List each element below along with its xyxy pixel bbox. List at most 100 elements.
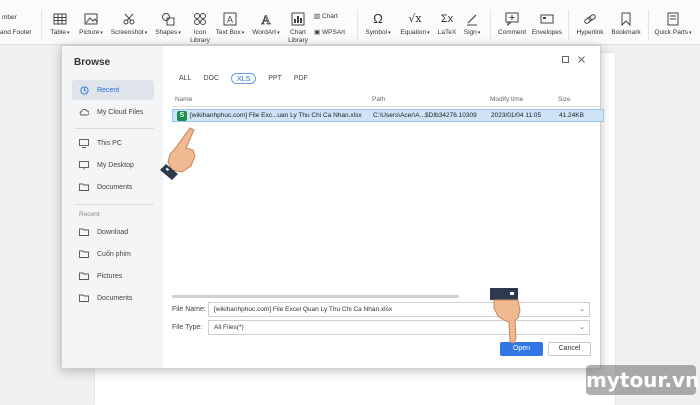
wordart-button[interactable]: A WordArt xyxy=(250,0,282,45)
ribbon-separator xyxy=(568,10,569,40)
ribbon-toolbar: mber and Footer Table Picture Screenshot… xyxy=(0,0,700,45)
file-type-value: All Files(*) xyxy=(214,324,244,331)
horizontal-scrollbar[interactable] xyxy=(172,295,459,298)
file-table-header: Name Path Modify time Size xyxy=(175,96,602,106)
filter-doc[interactable]: DOC xyxy=(203,73,219,84)
quick-parts-button[interactable]: Quick Parts xyxy=(652,0,694,45)
wpsart-icon: ▣ xyxy=(314,29,321,36)
text-box-button[interactable]: A Text Box xyxy=(214,0,246,45)
sidebar-item-label: Documents xyxy=(97,294,133,302)
open-button[interactable]: Open xyxy=(500,342,543,356)
sidebar-item-recent[interactable]: Recent xyxy=(72,80,154,100)
icon-library-label: Icon xyxy=(193,29,207,36)
sidebar-item-documents[interactable]: Documents xyxy=(72,177,154,197)
table-label: Table xyxy=(46,29,74,37)
pointing-hand-icon xyxy=(490,288,521,344)
sidebar-item-documents-recent[interactable]: Documents xyxy=(72,288,154,308)
cloud-icon xyxy=(79,107,89,117)
sidebar-item-this-pc[interactable]: This PC xyxy=(72,133,154,153)
filter-all[interactable]: ALL xyxy=(179,73,191,84)
column-modify-time[interactable]: Modify time xyxy=(490,96,523,103)
sidebar-item-my-desktop[interactable]: My Desktop xyxy=(72,155,154,175)
wordart-label: WordArt xyxy=(250,29,282,37)
close-icon xyxy=(577,55,585,63)
svg-text:A: A xyxy=(261,12,271,26)
picture-button[interactable]: Picture xyxy=(76,0,106,45)
column-size[interactable]: Size xyxy=(558,96,571,103)
folder-icon xyxy=(79,227,89,237)
latex-button[interactable]: Σx LaTeX xyxy=(435,0,459,45)
link-icon xyxy=(584,14,596,24)
shapes-button[interactable]: Shapes xyxy=(152,0,184,45)
filter-ppt[interactable]: PPT xyxy=(268,73,282,84)
text-box-icon: A xyxy=(223,12,237,26)
symbol-button[interactable]: Ω Symbol xyxy=(362,0,394,45)
recent-heading: Recent xyxy=(79,211,100,218)
sign-button[interactable]: Sign xyxy=(460,0,484,45)
comment-button[interactable]: Comment xyxy=(495,0,529,45)
filter-pdf[interactable]: PDF xyxy=(294,73,308,84)
filter-xls[interactable]: XLS xyxy=(231,73,257,84)
chevron-down-icon[interactable]: ⌄ xyxy=(579,303,585,316)
header-footer-label[interactable]: and Footer xyxy=(0,29,31,36)
sidebar-item-my-cloud-files[interactable]: My Cloud Files xyxy=(72,102,154,122)
sigma-icon: Σx xyxy=(440,13,454,25)
sidebar-item-label: Cuốn phim xyxy=(97,250,131,258)
column-name[interactable]: Name xyxy=(175,96,192,103)
watermark-logo: mytour.vn xyxy=(586,365,699,395)
close-button[interactable] xyxy=(576,54,586,64)
envelopes-button[interactable]: Envelopes xyxy=(530,0,564,45)
file-type-select[interactable]: All Files(*) ⌄ xyxy=(208,320,590,335)
sqrt-icon: √x xyxy=(408,12,422,25)
sidebar-divider xyxy=(74,204,154,205)
icon-library-button[interactable]: Icon Library xyxy=(186,0,214,45)
sidebar-item-label: Pictures xyxy=(97,272,123,280)
omega-icon: Ω xyxy=(373,11,383,26)
file-name-cell: [wikihanhphuc.com] File Exc...uan Ly Thu… xyxy=(190,112,362,119)
folder-icon xyxy=(79,182,89,192)
sidebar-item-download[interactable]: Download xyxy=(72,222,154,242)
bookmark-label: Bookmark xyxy=(611,29,641,36)
wordart-icon: A xyxy=(261,12,272,26)
chart-library-button[interactable]: Chart Library xyxy=(284,0,312,45)
bookmark-button[interactable]: Bookmark xyxy=(608,0,644,45)
envelope-icon xyxy=(540,14,554,24)
dialog-sidebar: Browse Recent My Cloud Files This PC My … xyxy=(62,46,163,368)
folder-icon xyxy=(79,293,89,303)
screenshot-button[interactable]: Screenshot xyxy=(108,0,150,45)
latex-label: LaTeX xyxy=(437,29,457,36)
header-number-label[interactable]: mber xyxy=(2,14,17,21)
monitor-icon xyxy=(79,138,89,148)
wpsart-button[interactable]: ▣ WPSArt xyxy=(314,28,345,36)
hyperlink-button[interactable]: Hyperlink xyxy=(572,0,608,45)
folder-icon xyxy=(79,249,89,259)
cancel-button[interactable]: Cancel xyxy=(548,342,591,356)
maximize-button[interactable] xyxy=(560,54,570,64)
sidebar-item-label: Download xyxy=(97,228,129,236)
chart-icon xyxy=(291,12,305,26)
comment-icon xyxy=(505,12,519,26)
file-name-input[interactable]: [wikihanhphuc.com] File Excel Quan Ly Th… xyxy=(208,302,590,317)
file-name-value: [wikihanhphuc.com] File Excel Quan Ly Th… xyxy=(214,306,393,313)
maximize-icon xyxy=(561,55,569,63)
file-name-label: File Name: xyxy=(172,306,206,313)
sidebar-divider xyxy=(74,128,154,129)
table-button[interactable]: Table xyxy=(46,0,74,45)
sidebar-item-pictures[interactable]: Pictures xyxy=(72,266,154,286)
chevron-down-icon[interactable]: ⌄ xyxy=(579,321,585,334)
screenshot-label: Screenshot xyxy=(108,29,150,37)
ribbon-separator xyxy=(357,10,358,40)
file-type-label: File Type: xyxy=(172,324,203,331)
sidebar-item-label: This PC xyxy=(97,139,122,147)
spreadsheet-icon: S xyxy=(177,111,187,121)
sidebar-item-cuon-phim[interactable]: Cuốn phim xyxy=(72,244,154,264)
chart-button[interactable]: ▥ Chart xyxy=(314,12,338,20)
ribbon-separator xyxy=(41,10,42,40)
table-row[interactable]: S [wikihanhphuc.com] File Exc...uan Ly T… xyxy=(172,109,604,122)
equation-button[interactable]: √x Equation xyxy=(396,0,434,45)
svg-text:A: A xyxy=(227,15,233,25)
column-path[interactable]: Path xyxy=(372,96,385,103)
text-box-label: Text Box xyxy=(214,29,246,37)
pointing-hand-icon xyxy=(160,127,196,180)
symbol-label: Symbol xyxy=(362,29,394,37)
